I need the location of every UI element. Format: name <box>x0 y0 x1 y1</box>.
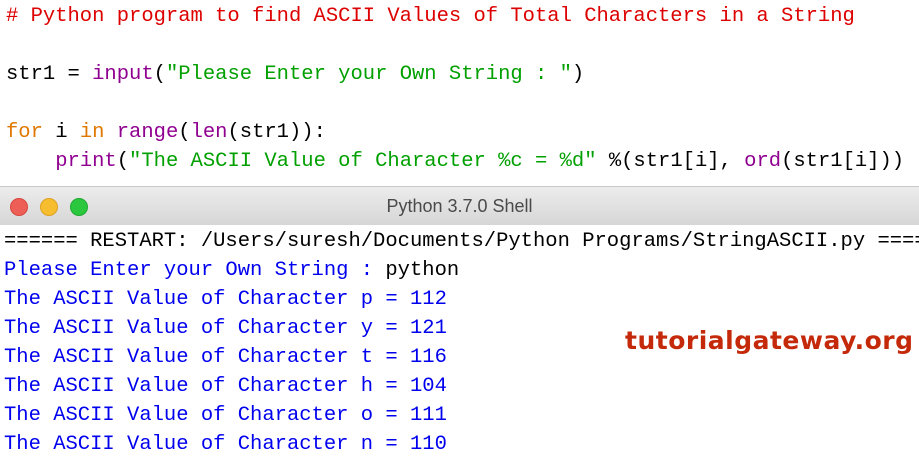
code-token: range <box>116 121 179 144</box>
prompt-text: Please Enter your Own String : <box>4 259 386 282</box>
code-token: for <box>6 121 43 144</box>
restart-line: ====== RESTART: /Users/suresh/Documents/… <box>4 230 919 253</box>
output-line: The ASCII Value of Character p = 112 <box>4 288 447 311</box>
code-line-input: str1 = input("Please Enter your Own Stri… <box>6 60 584 89</box>
code-token: len <box>190 121 228 144</box>
code-token: ord <box>744 150 782 173</box>
output-line: The ASCII Value of Character y = 121 <box>4 317 447 340</box>
code-token: in <box>79 121 105 144</box>
output-line: The ASCII Value of Character t = 116 <box>4 346 447 369</box>
code-token: ( <box>116 150 130 173</box>
code-token: "Please Enter your Own String : " <box>165 63 572 86</box>
code-token: %(str1[i], <box>596 150 745 173</box>
code-token: ( <box>153 63 166 86</box>
code-token: str1 = <box>6 63 93 86</box>
code-token: (str1)): <box>227 121 326 144</box>
window-title: Python 3.7.0 Shell <box>386 196 533 216</box>
code-comment: # Python program to find ASCII Values of… <box>6 5 855 28</box>
code-line-print: print("The ASCII Value of Character %c =… <box>6 147 904 176</box>
code-token: ( <box>178 121 191 144</box>
output-line: The ASCII Value of Character n = 110 <box>4 433 447 456</box>
output-line: The ASCII Value of Character o = 111 <box>4 404 447 427</box>
user-input: python <box>385 259 460 282</box>
code-token: (str1[i])) <box>781 150 905 173</box>
code-token: "The ASCII Value of Character %c = %d" <box>129 150 597 173</box>
input-prompt-line: Please Enter your Own String : python <box>4 256 459 285</box>
code-token: ) <box>571 63 585 86</box>
code-token: print <box>55 150 117 173</box>
code-token: i <box>42 121 80 144</box>
watermark-logo: tutorialgateway.org <box>625 326 914 355</box>
code-line-for: for i in range(len(str1)): <box>6 118 326 147</box>
output-line: The ASCII Value of Character h = 104 <box>4 375 447 398</box>
code-editor[interactable]: # Python program to find ASCII Values of… <box>0 0 919 185</box>
code-token: input <box>92 63 154 86</box>
shell-title-bar[interactable]: Python 3.7.0 Shell <box>0 186 919 226</box>
